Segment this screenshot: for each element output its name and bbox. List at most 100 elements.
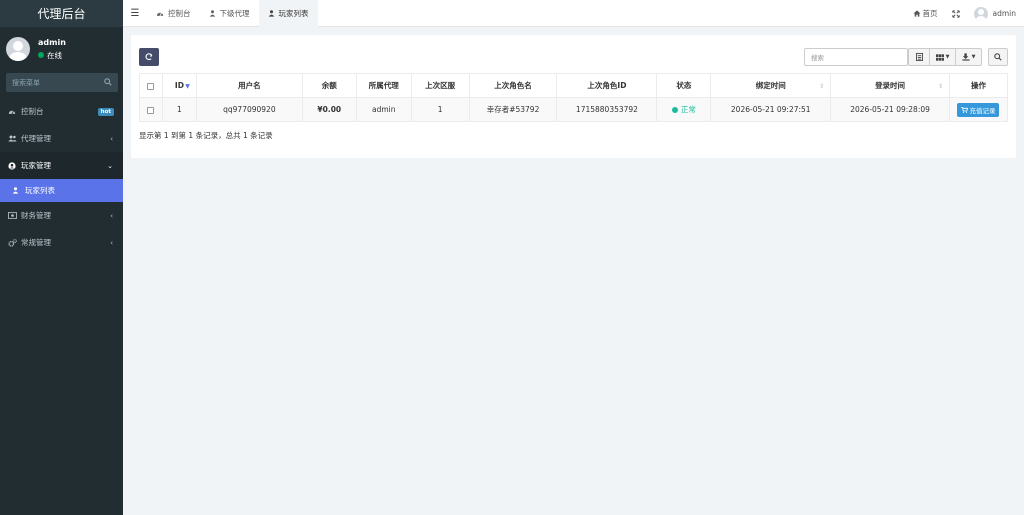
sidebar-item-agent-management[interactable]: 代理管理 ‹: [0, 125, 123, 152]
cell-last-role-id: 1715880353792: [556, 97, 658, 122]
users-icon: [8, 135, 18, 142]
top-right-actions: 首页 admin: [899, 0, 1017, 27]
sort-icon: ⇕: [819, 83, 825, 90]
tab-dashboard[interactable]: 控制台: [147, 0, 200, 27]
cell-actions: 充值记录: [948, 97, 1009, 122]
sidebar-item-dashboard[interactable]: 控制台 hot: [0, 98, 123, 125]
top-user-name: admin: [992, 9, 1017, 18]
home-link[interactable]: 首页: [913, 8, 938, 19]
fullscreen-icon[interactable]: [951, 9, 960, 18]
content-panel: 搜索 ▼ ▼ ID ▼ 用户名 余额 所属代理 上次区服 上次角色名 上次角色I…: [131, 35, 1016, 158]
home-icon: [913, 10, 921, 17]
sidebar-item-label: 玩家列表: [25, 186, 55, 195]
cell-balance: ¥0.00: [301, 97, 357, 122]
sort-icon: ⇕: [937, 83, 943, 90]
online-dot-icon: [38, 52, 44, 58]
tab-player-list[interactable]: 玩家列表: [258, 0, 318, 27]
cell-last-server: 1: [410, 97, 470, 122]
status-dot-icon: [671, 106, 678, 113]
refresh-icon: [145, 53, 153, 61]
sidebar-item-player-management[interactable]: 玩家管理 ⌄: [0, 152, 123, 179]
list-icon: [915, 53, 923, 61]
export-button[interactable]: ▼: [956, 48, 982, 66]
sidebar-menu: 控制台 hot 代理管理 ‹ 玩家管理 ⌄ 玩家列表 财务管理 ‹ 常规管理 ‹: [0, 98, 123, 256]
sidebar-item-finance[interactable]: 财务管理 ‹: [0, 202, 123, 229]
col-status: 状态: [656, 73, 712, 98]
sidebar-item-label: 代理管理: [21, 134, 51, 143]
user-icon: [268, 9, 275, 17]
status-badge: 正常: [671, 104, 696, 115]
dashboard-icon: [8, 108, 18, 115]
col-balance: 余额: [301, 73, 357, 98]
sidebar-item-label: 常规管理: [21, 238, 51, 247]
col-bind-time[interactable]: 绑定时间 ⇕: [710, 73, 832, 98]
user-status-label: 在线: [47, 50, 62, 60]
sidebar-item-label: 玩家管理: [21, 161, 51, 170]
tab-sub-agents[interactable]: 下级代理: [200, 0, 259, 27]
pagination-info: 显示第 1 到第 1 条记录，总共 1 条记录: [139, 131, 273, 140]
user-icon: [209, 9, 216, 17]
toggle-view-button[interactable]: [908, 48, 930, 66]
tab-label: 控制台: [168, 8, 191, 18]
table-search-input[interactable]: 搜索: [804, 48, 908, 66]
refresh-button[interactable]: [139, 48, 159, 66]
recharge-records-button[interactable]: 充值记录: [957, 102, 1000, 117]
col-last-role-name: 上次角色名: [468, 73, 558, 98]
col-id[interactable]: ID ▼: [161, 73, 197, 98]
col-actions: 操作: [948, 73, 1009, 98]
cell-bind-time: 2026-05-21 09:27:51: [710, 97, 832, 122]
select-all-checkbox[interactable]: [147, 82, 155, 90]
table-toolbar: 搜索 ▼ ▼: [139, 48, 1008, 66]
cogs-icon: [8, 238, 18, 247]
user-circle-icon: [8, 161, 18, 170]
search-button[interactable]: [988, 48, 1008, 66]
select-all-cell[interactable]: [139, 73, 163, 98]
user-menu[interactable]: admin: [973, 6, 1017, 21]
home-label: 首页: [922, 9, 938, 18]
sidebar-search-input[interactable]: 搜索菜单: [6, 73, 118, 92]
row-select-cell[interactable]: [139, 97, 163, 122]
tab-label: 下级代理: [219, 8, 250, 18]
sidebar-item-player-list[interactable]: 玩家列表: [0, 179, 123, 202]
col-agent: 所属代理: [355, 73, 412, 98]
tab-label: 玩家列表: [278, 8, 309, 18]
chevron-left-icon: ‹: [110, 238, 113, 247]
columns-button[interactable]: ▼: [930, 48, 956, 66]
download-icon: [961, 53, 970, 61]
sidebar-search-placeholder: 搜索菜单: [12, 78, 40, 87]
table-search-placeholder: 搜索: [811, 54, 824, 62]
cell-username: qq977090920: [195, 97, 303, 122]
table-row: 1 qq977090920 ¥0.00 admin 1 幸存者#53792 17…: [139, 97, 1009, 122]
user-panel: admin 在线: [0, 31, 123, 67]
search-icon: [104, 77, 112, 88]
chevron-left-icon: ‹: [110, 134, 113, 143]
recharge-records-label: 充值记录: [969, 106, 996, 115]
search-icon: [994, 53, 1002, 61]
chevron-down-icon: ⌄: [107, 161, 113, 170]
player-table: ID ▼ 用户名 余额 所属代理 上次区服 上次角色名 上次角色ID 状态 绑定时…: [139, 73, 1009, 122]
cart-icon: [961, 106, 969, 113]
cell-login-time: 2026-05-21 09:28:09: [830, 97, 950, 122]
avatar: [973, 6, 988, 21]
sidebar-item-label: 财务管理: [21, 211, 51, 220]
row-checkbox[interactable]: [147, 106, 155, 114]
user-name: admin: [38, 37, 66, 47]
menu-toggle-icon[interactable]: ☰: [123, 0, 147, 27]
sidebar-item-general[interactable]: 常规管理 ‹: [0, 229, 123, 256]
caret-down-icon: ▼: [945, 54, 950, 60]
col-username: 用户名: [195, 73, 303, 98]
cell-id: 1: [161, 97, 197, 122]
sidebar-item-label: 控制台: [21, 107, 44, 116]
cell-last-role-name: 幸存者#53792: [468, 97, 558, 122]
avatar: [6, 37, 30, 61]
dashboard-icon: [156, 10, 164, 17]
col-last-server: 上次区服: [410, 73, 470, 98]
sort-desc-icon: ▼: [185, 83, 190, 90]
grid-icon: [935, 53, 944, 61]
col-login-time[interactable]: 登录时间 ⇕: [830, 73, 950, 98]
hot-badge: hot: [97, 107, 114, 116]
user-icon: [12, 187, 22, 194]
caret-down-icon: ▼: [971, 54, 976, 60]
chevron-left-icon: ‹: [110, 211, 113, 220]
user-status: 在线: [38, 50, 66, 61]
